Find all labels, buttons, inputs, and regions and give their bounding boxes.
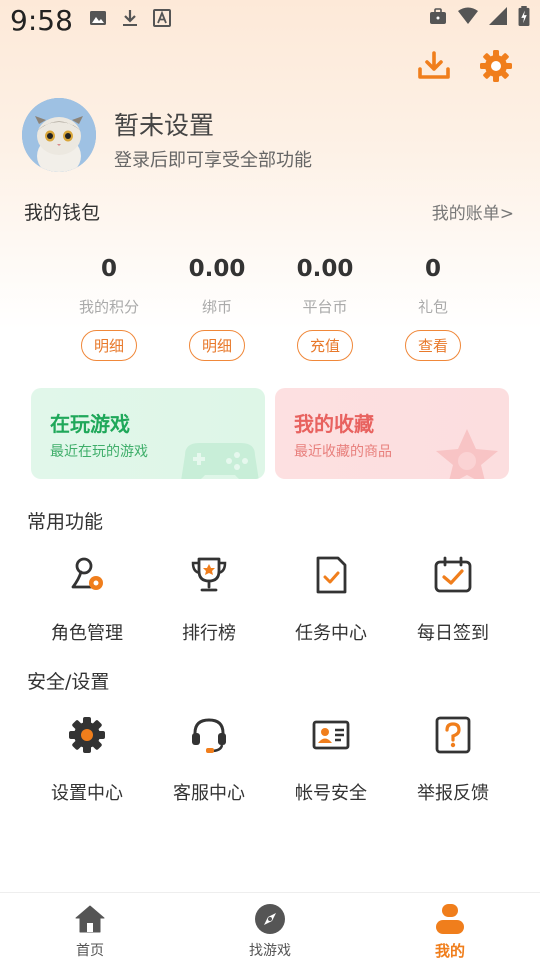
briefcase-icon (430, 8, 446, 24)
leaderboard-button[interactable]: 排行榜 (148, 553, 270, 645)
common-functions-title: 常用功能 (27, 511, 104, 533)
func-label: 设置中心 (51, 783, 123, 804)
wallet-bound-coins: 0.00 绑币 明细 (163, 256, 271, 361)
gamepad-icon (181, 443, 259, 479)
top-actions (416, 48, 514, 84)
security-settings-row: 设置中心 客服中心 帐号安全 举报反馈 (26, 713, 514, 805)
card-subtitle: 最近收藏的商品 (294, 444, 392, 460)
profile-subtitle[interactable]: 登录后即可享受全部功能 (114, 146, 312, 172)
gifts-view-button[interactable]: 查看 (405, 330, 461, 361)
trophy-icon (187, 553, 231, 597)
func-label: 排行榜 (182, 623, 236, 644)
star-icon (436, 429, 498, 479)
headset-icon (187, 713, 231, 757)
gear-icon (480, 50, 512, 82)
role-settings-icon (65, 553, 109, 597)
my-bill-link[interactable]: 我的账单> (432, 199, 514, 224)
nav-label: 我的 (434, 942, 465, 960)
recharge-button[interactable]: 充值 (297, 330, 353, 361)
report-feedback-button[interactable]: 举报反馈 (392, 713, 514, 805)
wifi-icon (458, 7, 478, 24)
wallet-points: 0 我的积分 明细 (55, 256, 163, 361)
common-functions-row: 角色管理 排行榜 任务中心 每日签到 (26, 553, 514, 645)
download-icon (123, 10, 137, 26)
wallet-grid: 0 我的积分 明细 0.00 绑币 明细 0.00 平台币 充值 0 礼包 查看 (55, 256, 487, 361)
nav-label: 首页 (76, 943, 104, 959)
wallet-label: 平台币 (302, 298, 348, 316)
account-security-button[interactable]: 帐号安全 (270, 713, 392, 805)
text-icon (153, 9, 171, 27)
signal-icon (489, 7, 507, 25)
status-icons-left (88, 8, 172, 28)
profile-name[interactable]: 暂未设置 (114, 106, 214, 142)
wallet-title: 我的钱包 (24, 202, 101, 224)
nav-label: 找游戏 (249, 943, 291, 959)
customer-service-button[interactable]: 客服中心 (148, 713, 270, 805)
id-card-icon (309, 713, 353, 757)
avatar[interactable] (22, 98, 96, 172)
security-settings-title: 安全/设置 (27, 671, 110, 693)
func-label: 角色管理 (51, 623, 123, 644)
favorites-card[interactable]: 我的收藏 最近收藏的商品 (275, 388, 509, 479)
wallet-value: 0.00 (188, 256, 246, 282)
func-label: 帐号安全 (295, 783, 367, 804)
wallet-value: 0.00 (296, 256, 354, 282)
func-label: 任务中心 (295, 623, 367, 644)
download-button[interactable] (416, 48, 452, 84)
nav-home[interactable]: 首页 (0, 893, 180, 960)
card-subtitle: 最近在玩的游戏 (50, 444, 148, 460)
cat-avatar-icon (22, 98, 96, 172)
wallet-label: 绑币 (201, 298, 232, 316)
compass-icon (254, 903, 286, 935)
points-detail-button[interactable]: 明细 (81, 330, 137, 361)
user-icon (434, 903, 466, 935)
status-icons-right (428, 6, 530, 26)
bottom-nav: 首页 找游戏 我的 (0, 892, 540, 960)
task-center-button[interactable]: 任务中心 (270, 553, 392, 645)
nav-mine[interactable]: 我的 (360, 893, 540, 960)
bound-coins-detail-button[interactable]: 明细 (189, 330, 245, 361)
role-management-button[interactable]: 角色管理 (26, 553, 148, 645)
home-icon (74, 903, 106, 935)
card-title: 在玩游戏 (50, 412, 130, 436)
func-label: 每日签到 (417, 623, 489, 644)
download-icon (418, 51, 450, 79)
gear-icon (65, 713, 109, 757)
checkin-icon (431, 553, 475, 597)
playing-games-card[interactable]: 在玩游戏 最近在玩的游戏 (31, 388, 265, 479)
wallet-value: 0 (424, 256, 441, 282)
wallet-gifts: 0 礼包 查看 (379, 256, 487, 361)
wallet-value: 0 (100, 256, 117, 282)
image-icon (90, 11, 106, 25)
wallet-label: 礼包 (417, 298, 448, 316)
status-time: 9:58 (10, 4, 73, 37)
wallet-label: 我的积分 (78, 298, 139, 316)
card-title: 我的收藏 (294, 412, 374, 436)
daily-checkin-button[interactable]: 每日签到 (392, 553, 514, 645)
question-icon (431, 713, 475, 757)
settings-button[interactable] (478, 48, 514, 84)
nav-find-games[interactable]: 找游戏 (180, 893, 360, 960)
battery-icon (518, 6, 530, 26)
settings-center-button[interactable]: 设置中心 (26, 713, 148, 805)
task-icon (309, 553, 353, 597)
wallet-platform-coins: 0.00 平台币 充值 (271, 256, 379, 361)
func-label: 客服中心 (173, 783, 245, 804)
func-label: 举报反馈 (417, 783, 489, 804)
